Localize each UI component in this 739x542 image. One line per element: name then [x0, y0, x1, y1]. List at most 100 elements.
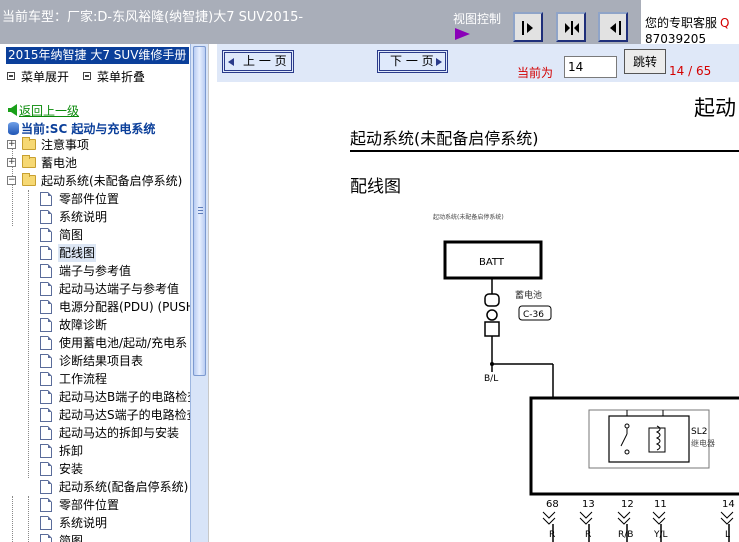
page-icon: [40, 192, 52, 206]
page-icon: [40, 444, 52, 458]
document-title: 起动系统(未配备启停系统): [350, 129, 539, 148]
pin-number: 14: [722, 499, 735, 510]
tree-label: 简图: [59, 534, 84, 542]
next-page-button[interactable]: 下 一 页: [377, 50, 448, 73]
expand-plus-icon[interactable]: +: [7, 158, 16, 167]
tree-node-page[interactable]: 零部件位置: [0, 190, 190, 208]
tree-node-page[interactable]: 简图: [0, 226, 190, 244]
tree-node-starting-system[interactable]: − 起动系统(未配备启停系统): [0, 172, 190, 190]
pin-chevron-icon: [617, 511, 631, 525]
tree-node-page[interactable]: 简图: [0, 532, 190, 542]
tree-label: 零部件位置: [59, 192, 120, 206]
tree-label: 故障诊断: [59, 318, 108, 332]
document-page: 起动 起动系统(未配备启停系统) 配线图 起动系统(未配备启停系统) BATT …: [217, 82, 739, 542]
page-icon: [40, 408, 52, 422]
back-link[interactable]: 返回上一级: [8, 102, 79, 119]
wire-color: R: [585, 530, 591, 540]
scrollbar-thumb[interactable]: [193, 46, 206, 376]
tree-node-page[interactable]: 起动马达S端子的电路检查: [0, 406, 190, 424]
content-panel: 上 一 页 下 一 页 当前为 跳转 14 / 65 起动 起动系统(未配备启停…: [217, 44, 739, 542]
prev-page-label: 上 一 页: [243, 54, 287, 68]
tree-label: 起动马达的拆卸与安装: [59, 426, 180, 440]
tree-node-page[interactable]: 安装: [0, 460, 190, 478]
tree-node-page[interactable]: 使用蓄电池/起动/充电系: [0, 334, 190, 352]
back-link-label: 返回上一级: [19, 104, 80, 118]
tree-node-page[interactable]: 电源分配器(PDU) (PUSH: [0, 298, 190, 316]
tree-label: 系统说明: [59, 210, 108, 224]
collapse-minus-icon[interactable]: −: [7, 176, 16, 185]
tree-node-precautions[interactable]: + 注意事项: [0, 136, 190, 154]
tree-node-page[interactable]: 零部件位置: [0, 496, 190, 514]
page-icon: [40, 354, 52, 368]
output-wires: [552, 524, 730, 542]
tree-label: 起动系统(未配备启停系统): [41, 174, 183, 188]
ground-ring-icon: [486, 309, 498, 321]
tree-node-page[interactable]: 故障诊断: [0, 316, 190, 334]
current-page-label: 当前为: [517, 66, 554, 80]
pin-number: 11: [654, 499, 667, 510]
page-icon: [40, 264, 52, 278]
collapse-left-icon: [522, 21, 533, 35]
connector-pins: [542, 511, 734, 525]
batt-label: BATT: [479, 257, 505, 268]
menu-collapse-button[interactable]: 菜单折叠: [83, 68, 145, 85]
wire-color: L: [725, 530, 730, 540]
qq-link[interactable]: Q: [720, 16, 729, 30]
diagram-header: 起动系统(未配备启停系统): [433, 213, 504, 221]
next-page-label: 下 一 页: [390, 54, 434, 68]
page-number-input[interactable]: [564, 56, 617, 78]
arrow-right-icon: [436, 58, 442, 66]
pin-chevron-icon: [579, 511, 593, 525]
tree-node-page[interactable]: 拆卸: [0, 442, 190, 460]
tree-node-page-selected[interactable]: 配线图: [0, 244, 190, 262]
page-icon: [40, 282, 52, 296]
tree-node-page[interactable]: 起动马达的拆卸与安装: [0, 424, 190, 442]
page-icon: [40, 516, 52, 530]
tree-label: 拆卸: [59, 444, 84, 458]
page-icon: [40, 498, 52, 512]
menu-collapse-label: 菜单折叠: [97, 70, 146, 84]
current-system-label: 当前:SC 起动与充电系统: [21, 122, 156, 136]
service-label: 您的专职客服: [645, 16, 718, 30]
tree-node-page[interactable]: 起动马达B端子的电路检查: [0, 388, 190, 406]
tree-label: 起动马达S端子的电路检查: [59, 408, 190, 422]
tree-node-battery[interactable]: + 蓄电池: [0, 154, 190, 172]
page-icon: [40, 228, 52, 242]
view-split-button[interactable]: [556, 12, 586, 42]
page-icon: [40, 336, 52, 350]
tree-node-page[interactable]: 端子与参考值: [0, 262, 190, 280]
page-icon: [40, 246, 52, 260]
tree-node-page[interactable]: 起动系统(配备启停系统): [0, 478, 190, 496]
menu-expand-button[interactable]: 菜单展开: [7, 68, 69, 85]
page-icon: [40, 300, 52, 314]
tree-label: 电源分配器(PDU) (PUSH: [59, 300, 190, 314]
collapse-icon: [83, 72, 91, 80]
tree-node-page[interactable]: 起动马达端子与参考值: [0, 280, 190, 298]
tree-label: 端子与参考值: [59, 264, 132, 278]
page-icon: [40, 462, 52, 476]
view-right-panel-button[interactable]: [513, 12, 543, 42]
tree-label: 起动马达端子与参考值: [59, 282, 180, 296]
pin-number: 13: [582, 499, 595, 510]
page-icon: [40, 210, 52, 224]
current-system: 当前:SC 起动与充电系统: [8, 120, 155, 137]
sidebar-scrollbar[interactable]: [190, 44, 208, 542]
page-icon: [40, 318, 52, 332]
folder-icon: [22, 155, 36, 168]
tree-node-page[interactable]: 工作流程: [0, 370, 190, 388]
pin-chevron-icon: [720, 511, 734, 525]
wire-color: R: [549, 530, 555, 540]
page-icon: [40, 372, 52, 386]
view-left-panel-button[interactable]: [598, 12, 628, 42]
prev-page-button[interactable]: 上 一 页: [222, 50, 294, 73]
expand-plus-icon[interactable]: +: [7, 140, 16, 149]
pin-chevron-icon: [542, 511, 556, 525]
pin-number: 68: [546, 499, 559, 510]
page-icon: [40, 534, 52, 542]
back-arrow-icon: [8, 104, 17, 116]
jump-button[interactable]: 跳转: [624, 49, 666, 74]
tree-node-page[interactable]: 系统说明: [0, 514, 190, 532]
tree-node-page[interactable]: 诊断结果项目表: [0, 352, 190, 370]
play-arrow-icon: [455, 28, 470, 40]
tree-node-page[interactable]: 系统说明: [0, 208, 190, 226]
